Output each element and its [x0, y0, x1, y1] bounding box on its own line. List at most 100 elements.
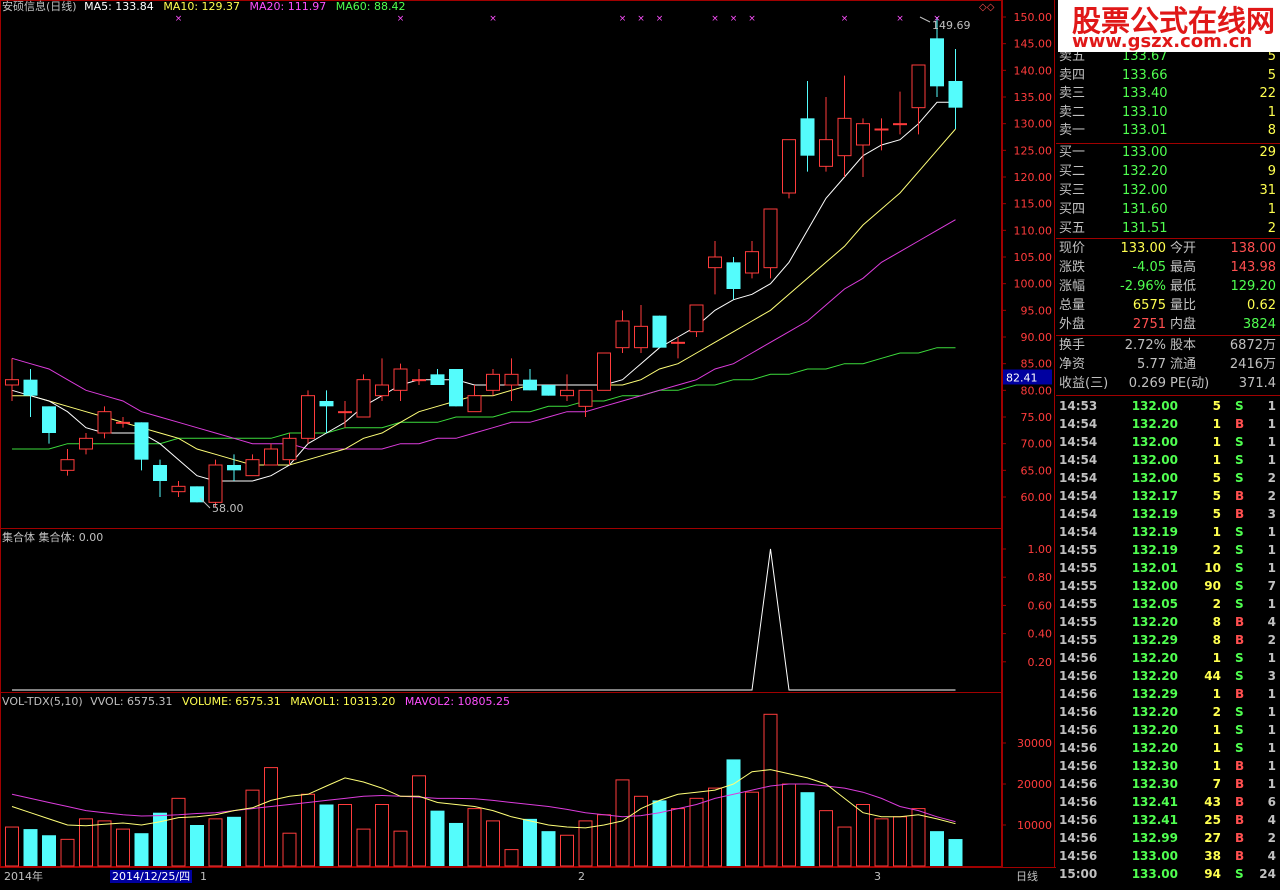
candle-body — [800, 118, 815, 156]
tick-side: B — [1235, 777, 1245, 791]
volume-bar — [116, 828, 130, 867]
ask-volume: 5 — [1267, 67, 1276, 83]
tick-side: B — [1235, 795, 1245, 809]
tick-price: 132.19 — [1131, 525, 1178, 539]
price-tick-label: 85.00 — [1021, 358, 1053, 371]
tick-time: 14:56 — [1059, 849, 1098, 863]
tick-side: S — [1235, 597, 1244, 611]
site-watermark: 股票公式在线网 www.gszx.com.cn — [1058, 0, 1280, 52]
tick-volume: 5 — [1212, 471, 1221, 485]
price-tick-label: 145.00 — [1014, 38, 1053, 51]
tick-price: 132.99 — [1131, 831, 1178, 845]
tick-count: 2 — [1267, 831, 1276, 845]
period-label[interactable]: 日线 — [1016, 870, 1038, 883]
tick-price: 133.00 — [1131, 849, 1178, 863]
tick-side: S — [1235, 579, 1244, 593]
signal-marker: × — [841, 14, 849, 24]
volume-bar — [930, 831, 944, 866]
tick-price: 132.00 — [1131, 471, 1178, 485]
tick-side: B — [1235, 849, 1245, 863]
volume-bar — [356, 828, 371, 867]
candle-body — [930, 38, 944, 87]
tick-volume: 1 — [1212, 435, 1221, 449]
settings-icon[interactable]: ◇◇ — [979, 1, 994, 14]
volume-tick-label: 20000 — [1017, 778, 1052, 791]
tick-volume: 5 — [1212, 507, 1221, 521]
tick-count: 2 — [1267, 471, 1276, 485]
volume-bar — [486, 820, 500, 867]
volume-bar — [412, 775, 426, 867]
tick-side: S — [1235, 453, 1244, 467]
candle-body — [42, 406, 56, 433]
volume-bar — [911, 808, 926, 867]
tick-volume: 8 — [1212, 615, 1221, 629]
ma10-label: MA10: 129.37 — [163, 0, 241, 13]
tick-side: B — [1235, 633, 1245, 647]
mavol1-label: MAVOL1: 10313.20 — [290, 695, 396, 708]
quote-value: 6575 — [1132, 298, 1166, 313]
candle-body — [671, 341, 685, 344]
tick-side: S — [1235, 669, 1244, 683]
volume-bar — [745, 791, 759, 867]
candle-body — [227, 465, 241, 471]
quote-value: 2751 — [1132, 317, 1166, 332]
finance-row: 换手 2.72% 股本 6872万 — [1056, 337, 1280, 355]
stock-title: 安硕信息(日线) — [2, 0, 77, 13]
chart-header: 安硕信息(日线) MA5: 133.84 MA10: 129.37 MA20: … — [2, 0, 405, 16]
tick-price: 132.19 — [1131, 507, 1178, 521]
quote-label: 涨跌 — [1059, 260, 1086, 275]
candle-body — [819, 139, 833, 167]
bid-label: 买一 — [1059, 145, 1086, 160]
ask-price: 133.01 — [1122, 123, 1168, 139]
candle-body — [726, 262, 741, 289]
tick-side: B — [1235, 489, 1245, 503]
tick-time: 14:56 — [1059, 723, 1098, 737]
tick-volume: 5 — [1212, 399, 1221, 413]
candle-body — [338, 411, 352, 414]
ask-volume: 8 — [1267, 123, 1276, 139]
volume-bar — [652, 800, 667, 866]
candles — [5, 17, 963, 508]
tick-volume: 2 — [1212, 705, 1221, 719]
tick-time: 14:54 — [1059, 489, 1098, 503]
candle-body — [652, 315, 667, 348]
bid-label: 买四 — [1059, 202, 1086, 217]
tick-side: B — [1235, 417, 1245, 431]
quote-label-2: 今开 — [1170, 241, 1197, 256]
candle-body — [208, 464, 223, 503]
candle-body — [116, 421, 130, 424]
tick-price: 132.20 — [1131, 705, 1178, 719]
tick-side: S — [1235, 399, 1244, 413]
candle-body — [615, 320, 630, 349]
volume-bar — [23, 829, 38, 866]
tick-row: 14:53 132.00 5 S 1 — [1056, 397, 1280, 415]
tick-count: 1 — [1267, 651, 1276, 665]
tick-price: 132.05 — [1131, 597, 1178, 611]
finance-row: 收益(三) 0.269 PE(动) 371.4 — [1056, 375, 1280, 393]
signal-marker: × — [896, 14, 904, 24]
ask-row: 卖一 133.01 8 — [1056, 122, 1280, 140]
bottom-year: 2014年 — [4, 870, 43, 883]
bottom-date[interactable]: 2014/12/25/四 — [110, 870, 193, 883]
candle-body — [134, 422, 149, 460]
finance-label: 净资 — [1059, 357, 1086, 372]
ask-volume: 1 — [1267, 104, 1276, 120]
tick-count: 1 — [1267, 435, 1276, 449]
candle-body — [504, 373, 519, 386]
volume-bar — [560, 834, 574, 867]
tick-price: 132.00 — [1131, 399, 1178, 413]
bid-volume: 9 — [1267, 164, 1276, 179]
volume-bar — [208, 818, 223, 867]
tick-row: 14:56 133.00 38 B 4 — [1056, 847, 1280, 865]
tick-volume: 1 — [1212, 525, 1221, 539]
indicator-plot — [12, 548, 956, 691]
bid-label: 买二 — [1059, 164, 1086, 179]
bid-volume: 2 — [1267, 221, 1276, 236]
tick-time: 14:56 — [1059, 831, 1098, 845]
candle-body — [948, 81, 963, 108]
price-chart[interactable]: × × × × × × × × × × × × 150.00145.00140.00135.00130… — [0, 0, 1056, 889]
quote-label: 涨幅 — [1059, 279, 1086, 294]
price-tick-label: 130.00 — [1014, 118, 1053, 131]
signal-marker: × — [656, 14, 664, 24]
tick-row: 14:54 132.17 5 B 2 — [1056, 487, 1280, 505]
